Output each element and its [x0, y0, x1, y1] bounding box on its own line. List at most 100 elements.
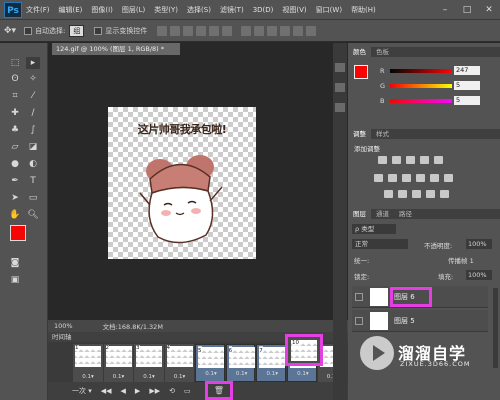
frame-delay[interactable]: 0.1▾ [134, 374, 164, 380]
threshold-icon[interactable] [412, 190, 421, 198]
frame-7[interactable]: 7 0.1▾ [256, 344, 286, 382]
menu-edit[interactable]: 编辑(E) [59, 5, 83, 15]
brightness-icon[interactable] [378, 156, 387, 164]
frame-5[interactable]: 5 0.1▾ [195, 344, 225, 382]
tab-adjustments[interactable]: 调整 [348, 129, 371, 139]
layer-row[interactable]: 图层 5 [352, 310, 488, 332]
play-button[interactable]: ▶ [135, 387, 140, 395]
frame-10-highlight[interactable]: 10 [285, 334, 323, 366]
distribute-bottom-icon[interactable] [267, 25, 278, 36]
menu-layer[interactable]: 图层(L) [122, 5, 145, 15]
properties-icon[interactable] [335, 83, 345, 92]
color-balance-icon[interactable] [388, 174, 397, 182]
eraser-tool-icon[interactable]: ▱ [8, 141, 22, 153]
frame-delay[interactable]: 0.1▾ [196, 369, 226, 379]
zoom-tool-icon[interactable]: 🔍︎ [26, 209, 40, 221]
frame-delay[interactable]: 0.1▾ [73, 374, 103, 380]
minimize-button[interactable]: – [434, 0, 456, 20]
hue-saturation-icon[interactable] [374, 174, 383, 182]
type-tool-icon[interactable]: T [26, 175, 40, 187]
info-icon[interactable] [335, 103, 345, 112]
tab-styles[interactable]: 样式 [371, 129, 394, 139]
levels-icon[interactable] [392, 156, 401, 164]
menu-view[interactable]: 视图(V) [282, 5, 306, 15]
opacity-input[interactable]: 100% [466, 239, 492, 249]
photo-filter-icon[interactable] [416, 174, 425, 182]
frame-6[interactable]: 6 0.1▾ [225, 344, 257, 382]
foreground-color-swatch[interactable] [10, 225, 26, 241]
frame-4[interactable]: 4 0.1▾ [164, 344, 195, 382]
clone-stamp-icon[interactable]: ♣ [8, 124, 22, 136]
first-frame-button[interactable]: ◀◀ [101, 387, 112, 395]
loop-dropdown[interactable]: 一次 ▾ [72, 386, 92, 396]
history-icon[interactable] [335, 63, 345, 72]
menu-type[interactable]: 类型(Y) [154, 5, 178, 15]
visibility-toggle[interactable] [355, 317, 363, 325]
posterize-icon[interactable] [398, 190, 407, 198]
marquee-tool-icon[interactable]: ⬚ [8, 57, 22, 69]
tab-paths[interactable]: 路径 [394, 209, 417, 219]
brush-tool-icon[interactable]: ∕ [26, 107, 40, 119]
tab-channels[interactable]: 通道 [371, 209, 394, 219]
hand-tool-icon[interactable]: ✋ [8, 209, 22, 221]
eyedropper-icon[interactable]: ⁄ [26, 90, 40, 102]
tab-layers[interactable]: 图层 [348, 209, 371, 219]
align-left-icon[interactable] [196, 25, 207, 36]
tween-button[interactable]: ⟲ [169, 387, 175, 395]
frame-delay[interactable]: 0.1▾ [257, 369, 287, 379]
pen-tool-icon[interactable]: ✒ [8, 175, 22, 187]
frame-delay[interactable]: 0.1▾ [104, 374, 134, 380]
duplicate-frame-button[interactable]: ▭ [184, 387, 191, 395]
vibrance-icon[interactable] [434, 156, 443, 164]
menu-help[interactable]: 帮助(H) [351, 5, 376, 15]
g-slider[interactable] [390, 84, 452, 88]
distribute-left-icon[interactable] [280, 25, 291, 36]
gradient-tool-icon[interactable]: ◪ [26, 141, 40, 153]
shape-tool-icon[interactable]: ▭ [26, 192, 40, 204]
dodge-tool-icon[interactable]: ◐ [26, 158, 40, 170]
show-transform-checkbox[interactable] [94, 26, 103, 35]
quick-mask-icon[interactable]: ◙ [8, 257, 22, 269]
delete-frame-button[interactable]: 🗑 [205, 381, 233, 400]
auto-select-checkbox[interactable] [24, 26, 33, 35]
align-top-icon[interactable] [157, 25, 168, 36]
move-tool-icon[interactable]: ▸ [26, 57, 40, 69]
distribute-top-icon[interactable] [241, 25, 252, 36]
frame-delay[interactable]: 0.1▾ [165, 374, 195, 380]
curves-icon[interactable] [406, 156, 415, 164]
history-brush-icon[interactable]: ∫ [26, 124, 40, 136]
layer-name[interactable]: 图层 5 [394, 316, 415, 326]
frame-delay[interactable]: 0.1▾ [227, 369, 257, 379]
distribute-middle-icon[interactable] [254, 25, 265, 36]
move-tool-icon[interactable]: ✥▾ [4, 26, 16, 36]
frame-1[interactable]: 1 0.1▾ [73, 344, 103, 382]
distribute-center-icon[interactable] [293, 25, 304, 36]
auto-select-dropdown[interactable]: 组 [69, 24, 85, 37]
tab-swatches[interactable]: 色板 [371, 47, 394, 57]
align-center-icon[interactable] [209, 25, 220, 36]
frame-2[interactable]: 2 0.1▾ [103, 344, 134, 382]
crop-tool-icon[interactable]: ⌗ [8, 90, 22, 102]
maximize-button[interactable]: □ [456, 0, 478, 20]
document-tab[interactable]: 124.gif @ 100% (图层 1, RGB/8) * [52, 43, 180, 55]
gradient-map-icon[interactable] [426, 190, 435, 198]
menu-window[interactable]: 窗口(W) [316, 5, 342, 15]
b-slider[interactable] [390, 99, 452, 103]
magic-wand-icon[interactable]: ✧ [26, 73, 40, 85]
screen-mode-icon[interactable]: ▣ [8, 274, 22, 286]
invert-icon[interactable] [384, 190, 393, 198]
frame-3[interactable]: 3 0.1▾ [134, 344, 164, 382]
blur-tool-icon[interactable]: ● [8, 158, 22, 170]
g-value[interactable]: 5 [454, 81, 480, 90]
align-right-icon[interactable] [222, 25, 233, 36]
selective-color-icon[interactable] [440, 190, 449, 198]
color-foreground-swatch[interactable] [354, 65, 368, 79]
align-middle-icon[interactable] [170, 25, 181, 36]
exposure-icon[interactable] [420, 156, 429, 164]
blend-mode-select[interactable]: 正常 [352, 239, 408, 249]
frame-delay[interactable]: 0.1▾ [288, 369, 318, 379]
healing-brush-icon[interactable]: ✚ [8, 107, 22, 119]
close-button[interactable]: ✕ [478, 0, 500, 20]
zoom-level[interactable]: 100% [54, 322, 73, 330]
propagate-frame-checkbox[interactable]: 传播帧 1 [448, 255, 474, 265]
